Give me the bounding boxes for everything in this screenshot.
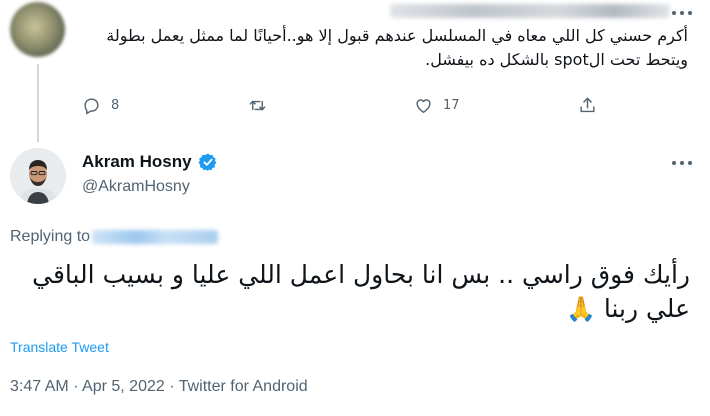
parent-tweet-text: أكرم حسني كل اللي معاه في المسلسل عندهم …	[106, 26, 688, 69]
replying-to: Replying to	[10, 228, 219, 246]
translate-tweet-link[interactable]: Translate Tweet	[10, 339, 109, 355]
author-name-text: Akram Hosny	[82, 152, 192, 171]
author-handle[interactable]: @AkramHosny	[82, 178, 190, 196]
share-button[interactable]	[578, 96, 597, 115]
parent-tweet-actions: 8 17	[0, 96, 710, 120]
parent-tweet[interactable]: أكرم حسني كل اللي معاه في المسلسل عندهم …	[0, 0, 710, 142]
parent-avatar[interactable]	[10, 2, 65, 57]
like-count: 17	[443, 98, 460, 113]
share-upload-icon	[580, 97, 595, 113]
folded-hands-emoji: 🙏	[565, 295, 596, 323]
verified-badge-icon	[198, 153, 216, 171]
heart-outline-icon	[416, 99, 431, 113]
parent-author-blurred	[390, 4, 670, 18]
more-icon[interactable]	[672, 156, 692, 170]
replied-handle-blurred[interactable]	[92, 230, 219, 244]
retweet-arrows-icon	[249, 100, 266, 111]
speech-bubble-icon	[84, 98, 99, 115]
like-button[interactable]: 17	[414, 96, 460, 115]
tweet-text: رأيك فوق راسي .. بس انا بحاول اعمل اللي …	[10, 258, 690, 326]
more-icon[interactable]	[672, 6, 692, 20]
reply-button[interactable]: 8	[82, 96, 119, 115]
tweet-meta[interactable]: 3:47 AM · Apr 5, 2022 · Twitter for Andr…	[10, 378, 308, 396]
author-photo	[10, 148, 66, 204]
reply-count: 8	[111, 98, 120, 113]
retweet-button[interactable]	[248, 96, 277, 115]
author-avatar[interactable]	[10, 148, 66, 204]
replying-to-label: Replying to	[10, 228, 91, 245]
author-name[interactable]: Akram Hosny	[82, 152, 218, 172]
